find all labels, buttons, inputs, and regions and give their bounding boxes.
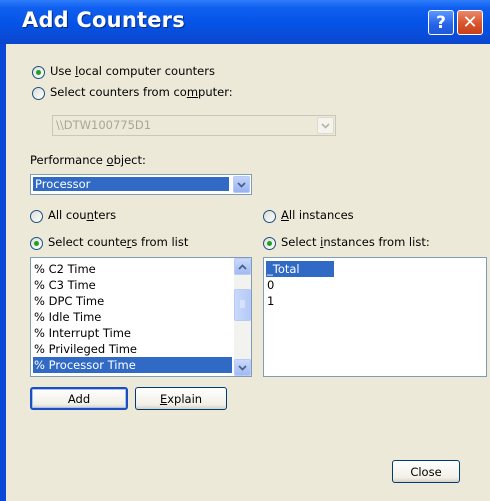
select-computer-label[interactable]: Select counters from computer: [50, 85, 233, 99]
title-bar[interactable]: Add Counters ? ✕ [0, 0, 490, 44]
window-title: Add Counters [22, 8, 185, 32]
all-instances-radio[interactable] [263, 210, 276, 223]
list-item[interactable]: 1 [266, 293, 484, 309]
performance-object-label: Performance object: [30, 153, 146, 167]
list-item[interactable]: % Interrupt Time [33, 325, 232, 341]
select-counters-label[interactable]: Select counters from list [48, 235, 188, 249]
add-counters-window: Add Counters ? ✕ Use local computer coun… [0, 0, 490, 501]
close-button-label: Close [410, 464, 442, 479]
close-button[interactable]: Close [392, 460, 460, 483]
chevron-down-icon [321, 122, 330, 129]
list-item[interactable]: % DPC Time [33, 293, 232, 309]
performance-object-combo[interactable]: Processor [30, 174, 252, 195]
performance-object-dropdown-button[interactable] [233, 176, 250, 193]
use-local-radio[interactable] [32, 66, 45, 79]
add-button[interactable]: Add [30, 387, 128, 410]
chevron-down-icon [238, 364, 247, 371]
use-local-label[interactable]: Use local computer counters [50, 64, 215, 78]
scroll-thumb[interactable] [234, 289, 251, 321]
list-item[interactable]: % Idle Time [33, 309, 232, 325]
scroll-down-button[interactable] [234, 359, 251, 376]
explain-button[interactable]: Explain [135, 387, 227, 410]
computer-value: \\DTW100775D1 [56, 118, 152, 132]
computer-dropdown-button [317, 117, 334, 134]
close-icon: ✕ [462, 12, 478, 33]
select-instances-radio[interactable] [263, 237, 276, 250]
all-instances-label[interactable]: All instances [281, 208, 354, 222]
list-item-selected[interactable]: _Total [266, 261, 334, 277]
list-item[interactable]: % C3 Time [33, 277, 232, 293]
all-counters-radio[interactable] [30, 210, 43, 223]
computer-combo: \\DTW100775D1 [52, 115, 336, 136]
counters-scrollbar[interactable] [234, 258, 251, 376]
instances-list[interactable]: _Total 0 1 [263, 257, 487, 377]
list-item-selected[interactable]: % Processor Time [33, 357, 232, 373]
chevron-down-icon [237, 181, 246, 188]
select-computer-radio[interactable] [32, 87, 45, 100]
dialog-body: Use local computer counters Select count… [6, 44, 490, 501]
help-button[interactable]: ? [428, 10, 454, 35]
scroll-up-button[interactable] [234, 258, 251, 275]
counters-list[interactable]: % C2 Time % C3 Time % DPC Time % Idle Ti… [30, 257, 252, 377]
performance-object-value: Processor [33, 177, 229, 191]
list-item[interactable]: % C2 Time [33, 261, 232, 277]
select-instances-label[interactable]: Select instances from list: [281, 235, 430, 249]
list-item[interactable]: % Privileged Time [33, 341, 232, 357]
chevron-up-icon [238, 263, 247, 270]
explain-button-label: Explain [159, 391, 203, 406]
select-counters-radio[interactable] [30, 237, 43, 250]
window-close-button[interactable]: ✕ [457, 10, 483, 35]
help-icon: ? [436, 12, 446, 33]
list-item[interactable]: 0 [266, 277, 484, 293]
add-button-label: Add [67, 391, 91, 406]
all-counters-label[interactable]: All counters [48, 208, 116, 222]
grip-icon [240, 300, 245, 308]
